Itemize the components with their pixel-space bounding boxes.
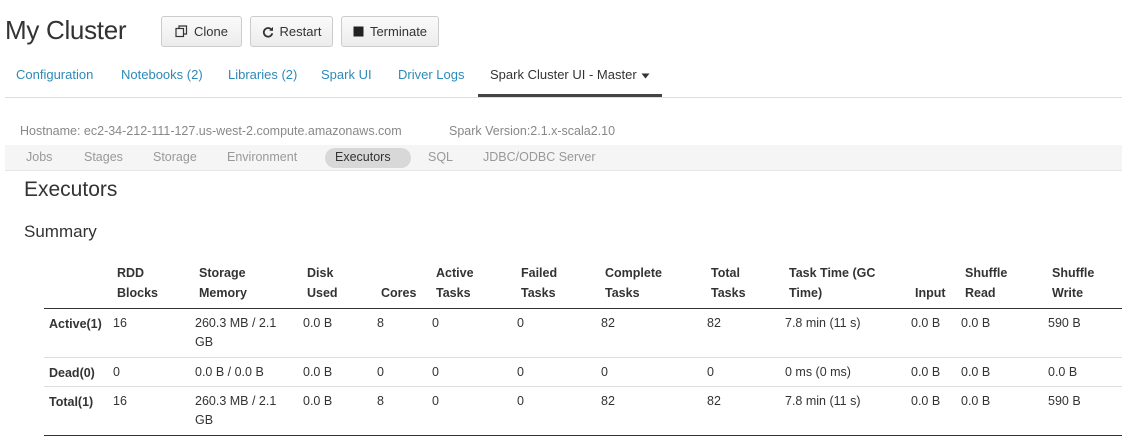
header-storage-memory[interactable]: Storage Memory	[199, 263, 247, 303]
cluster-header: My Cluster Clone Restart Terminate Confi…	[0, 0, 1122, 98]
hostname-text: Hostname: ec2-34-212-111-127.us-west-2.c…	[20, 124, 402, 138]
row-divider	[44, 357, 1122, 358]
restart-label: Restart	[279, 24, 322, 39]
header-shuffle-write[interactable]: Shuffle Write	[1052, 263, 1094, 303]
page-title: My Cluster	[5, 15, 127, 45]
clone-icon	[175, 25, 188, 38]
row-divider	[44, 386, 1122, 387]
header-shuffle-read[interactable]: Shuffle Read	[965, 263, 1007, 303]
subnav-environment[interactable]: Environment	[227, 150, 297, 164]
stop-icon	[353, 26, 364, 37]
terminate-label: Terminate	[369, 24, 428, 39]
subnav-stages[interactable]: Stages	[84, 150, 123, 164]
header-complete-tasks[interactable]: Complete Tasks	[605, 263, 662, 303]
executors-heading: Executors	[24, 178, 118, 201]
tab-configuration[interactable]: Configuration	[16, 67, 93, 82]
header-divider	[44, 308, 1122, 309]
header-task-time[interactable]: Task Time (GC Time)	[789, 263, 875, 303]
tab-driver-logs[interactable]: Driver Logs	[398, 67, 464, 82]
tab-spark-cluster-ui-master-label: Spark Cluster UI - Master	[490, 67, 637, 82]
spark-version-text: Spark Version:2.1.x-scala2.10	[449, 124, 616, 138]
header-failed-tasks[interactable]: Failed Tasks	[521, 263, 557, 303]
subnav-sql[interactable]: SQL	[428, 150, 453, 164]
restart-button[interactable]: Restart	[250, 16, 333, 47]
terminate-button[interactable]: Terminate	[341, 16, 439, 47]
subnav-jdbc-odbc-server[interactable]: JDBC/ODBC Server	[483, 150, 596, 164]
spark-subnav: Jobs Stages Storage Environment Executor…	[5, 145, 1122, 171]
caret-down-icon	[641, 67, 650, 82]
cluster-tabs: Configuration Notebooks (2) Libraries (2…	[0, 60, 1122, 98]
header-cores[interactable]: Cores	[381, 283, 416, 303]
tab-spark-ui[interactable]: Spark UI	[321, 67, 372, 82]
header-total-tasks[interactable]: Total Tasks	[711, 263, 746, 303]
subnav-storage[interactable]: Storage	[153, 150, 197, 164]
summary-heading: Summary	[24, 222, 97, 241]
clone-label: Clone	[194, 24, 228, 39]
subnav-jobs[interactable]: Jobs	[26, 150, 52, 164]
table-bottom-border	[44, 435, 1122, 436]
header-active-tasks[interactable]: Active Tasks	[436, 263, 474, 303]
refresh-icon	[262, 26, 274, 38]
header-divider	[5, 97, 1122, 98]
header-disk-used[interactable]: Disk Used	[307, 263, 338, 303]
header-rdd-blocks[interactable]: RDD Blocks	[117, 263, 158, 303]
tab-notebooks[interactable]: Notebooks (2)	[121, 67, 203, 82]
subnav-executors[interactable]: Executors	[335, 150, 391, 164]
tab-libraries[interactable]: Libraries (2)	[228, 67, 297, 82]
tab-spark-cluster-ui-master[interactable]: Spark Cluster UI - Master	[490, 67, 650, 82]
clone-button[interactable]: Clone	[161, 16, 242, 47]
header-input[interactable]: Input	[915, 283, 946, 303]
